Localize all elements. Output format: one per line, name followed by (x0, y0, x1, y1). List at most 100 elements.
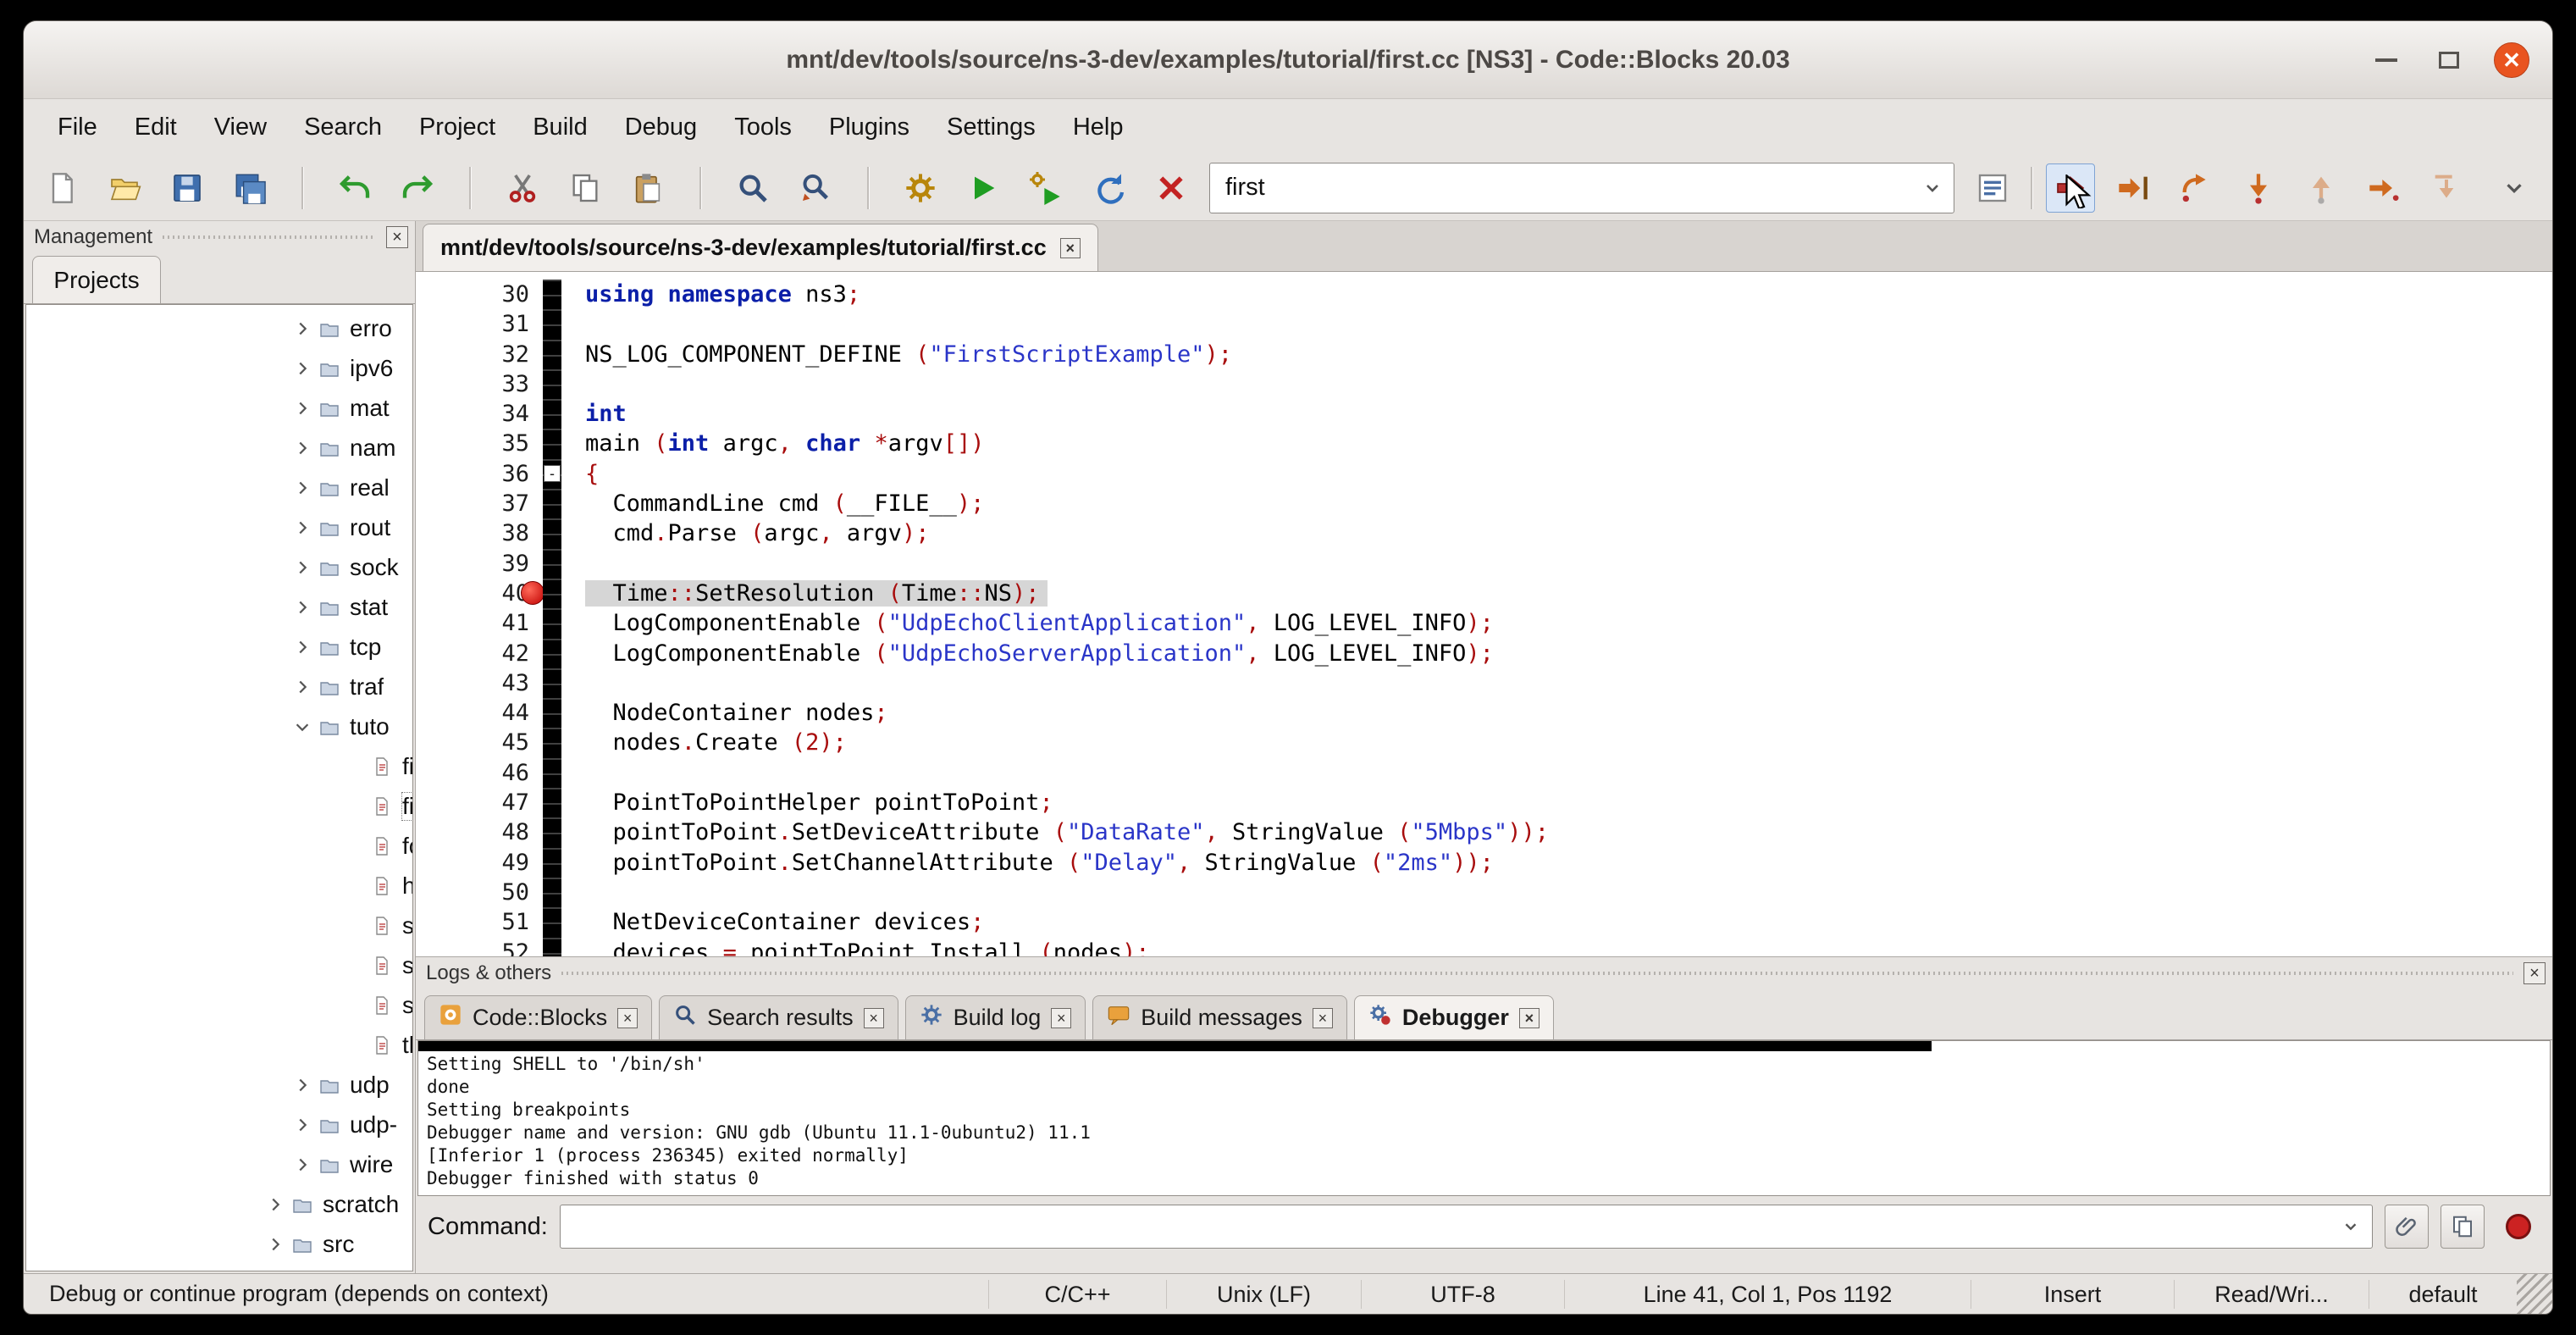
line-number[interactable]: 44 (416, 698, 543, 728)
chevron-right-icon[interactable] (289, 355, 316, 382)
chevron-right-icon[interactable] (289, 395, 316, 422)
redo-button[interactable] (393, 163, 442, 213)
tree-item-erro[interactable]: erro (26, 308, 412, 348)
breakpoint-margin[interactable] (543, 518, 561, 548)
line-number[interactable]: 42 (416, 639, 543, 668)
line-number[interactable]: 35 (416, 429, 543, 458)
line-number[interactable]: 38 (416, 518, 543, 548)
tree-item-stat[interactable]: stat (26, 587, 412, 627)
breakpoint-margin[interactable] (543, 369, 561, 399)
tab-close-icon[interactable]: × (864, 1008, 884, 1028)
menu-tools[interactable]: Tools (716, 114, 810, 141)
command-input[interactable] (561, 1205, 2330, 1248)
chevron-right-icon[interactable] (289, 634, 316, 661)
menu-view[interactable]: View (196, 114, 285, 141)
chevron-right-icon[interactable] (289, 315, 316, 342)
menu-search[interactable]: Search (285, 114, 401, 141)
step-into-instruction-button[interactable] (2422, 163, 2471, 213)
paste-button[interactable] (623, 163, 672, 213)
line-number[interactable]: 32 (416, 340, 543, 369)
logs-tab-build-messages[interactable]: Build messages× (1092, 995, 1347, 1039)
line-number[interactable]: 40 (416, 579, 543, 608)
chevron-right-icon[interactable] (262, 1231, 289, 1258)
save-file-button[interactable] (163, 163, 212, 213)
tree-item-wire[interactable]: wire (26, 1144, 412, 1184)
chevron-right-icon[interactable] (289, 1072, 316, 1099)
tree-item-tcp[interactable]: tcp (26, 627, 412, 667)
project-tree[interactable]: erroipv6matnamrealroutsockstattcptraftut… (25, 304, 413, 1271)
tab-close-icon[interactable]: × (1313, 1008, 1333, 1028)
minimize-button[interactable] (2368, 42, 2405, 79)
menu-help[interactable]: Help (1054, 114, 1142, 141)
line-number[interactable]: 30 (416, 280, 543, 309)
build-target-input[interactable] (1210, 163, 1911, 213)
breakpoint-margin[interactable] (543, 639, 561, 668)
menu-project[interactable]: Project (401, 114, 514, 141)
tree-item-nam[interactable]: nam (26, 428, 412, 468)
breakpoint-margin[interactable] (543, 698, 561, 728)
menu-file[interactable]: File (39, 114, 116, 141)
tree-item-src[interactable]: src (26, 1224, 412, 1264)
tree-item-fif[interactable]: fif (26, 746, 412, 786)
maximize-button[interactable] (2430, 42, 2468, 79)
logs-tab-search-results[interactable]: Search results× (659, 995, 898, 1039)
chevron-right-icon[interactable] (289, 474, 316, 501)
logs-tab-debugger[interactable]: Debugger× (1354, 995, 1554, 1039)
toolbar-overflow-button[interactable] (2490, 163, 2539, 213)
next-instruction-button[interactable] (2359, 163, 2408, 213)
tree-item-six[interactable]: six (26, 985, 412, 1025)
replace-button[interactable] (791, 163, 840, 213)
next-line-button[interactable] (2171, 163, 2220, 213)
copy-output-button[interactable] (2441, 1205, 2485, 1249)
chevron-right-icon[interactable] (262, 1191, 289, 1218)
undo-button[interactable] (330, 163, 379, 213)
chevron-down-icon[interactable] (1911, 163, 1954, 213)
line-number[interactable]: 33 (416, 369, 543, 399)
breakpoint-margin[interactable] (543, 579, 561, 608)
tree-item-udp[interactable]: udp (26, 1065, 412, 1105)
line-number[interactable]: 31 (416, 309, 543, 339)
fold-marker-icon[interactable]: - (544, 465, 561, 482)
rebuild-button[interactable] (1084, 163, 1133, 213)
line-number[interactable]: 52 (416, 938, 543, 956)
line-number[interactable]: 36 (416, 459, 543, 489)
line-number[interactable]: 48 (416, 817, 543, 847)
tree-item-tuto[interactable]: tuto (26, 706, 412, 746)
new-file-button[interactable] (37, 163, 86, 213)
editor-tab-close-icon[interactable]: × (1060, 238, 1081, 258)
tab-close-icon[interactable]: × (617, 1008, 638, 1028)
breakpoint-margin[interactable] (543, 817, 561, 847)
resize-grip[interactable] (2517, 1274, 2552, 1314)
tree-item-fir[interactable]: fir (26, 786, 412, 826)
run-to-cursor-button[interactable] (2109, 163, 2158, 213)
line-number[interactable]: 34 (416, 399, 543, 429)
breakpoint-margin[interactable] (543, 728, 561, 757)
editor-tab-firstcc[interactable]: mnt/dev/tools/source/ns-3-dev/examples/t… (423, 224, 1098, 271)
line-number[interactable]: 37 (416, 489, 543, 518)
debug-continue-button[interactable] (2046, 163, 2095, 213)
code-editor[interactable]: 30using namespace ns3;3132NS_LOG_COMPONE… (416, 272, 2552, 956)
cut-button[interactable] (498, 163, 547, 213)
breakpoint-margin[interactable] (543, 608, 561, 638)
tree-item-ipv6[interactable]: ipv6 (26, 348, 412, 388)
build-target-list-button[interactable] (1968, 163, 2017, 213)
tree-item-scratch[interactable]: scratch (26, 1184, 412, 1224)
chevron-right-icon[interactable] (289, 435, 316, 462)
tree-item-se[interactable]: se (26, 945, 412, 985)
step-out-button[interactable] (2297, 163, 2346, 213)
chevron-right-icon[interactable] (289, 594, 316, 621)
tree-item-real[interactable]: real (26, 468, 412, 507)
breakpoint-margin[interactable] (543, 280, 561, 309)
menu-debug[interactable]: Debug (606, 114, 716, 141)
breakpoint-margin[interactable] (543, 309, 561, 339)
breakpoint-margin[interactable] (543, 848, 561, 878)
breakpoint-margin[interactable]: - (543, 459, 561, 489)
breakpoint-margin[interactable] (543, 668, 561, 698)
command-combo[interactable] (560, 1205, 2373, 1249)
logs-close-icon[interactable]: × (2523, 962, 2546, 984)
attach-button[interactable] (2385, 1205, 2429, 1249)
stop-debugger-button[interactable] (2496, 1205, 2540, 1249)
step-into-button[interactable] (2234, 163, 2283, 213)
breakpoint-margin[interactable] (543, 907, 561, 937)
breakpoint-margin[interactable] (543, 549, 561, 579)
